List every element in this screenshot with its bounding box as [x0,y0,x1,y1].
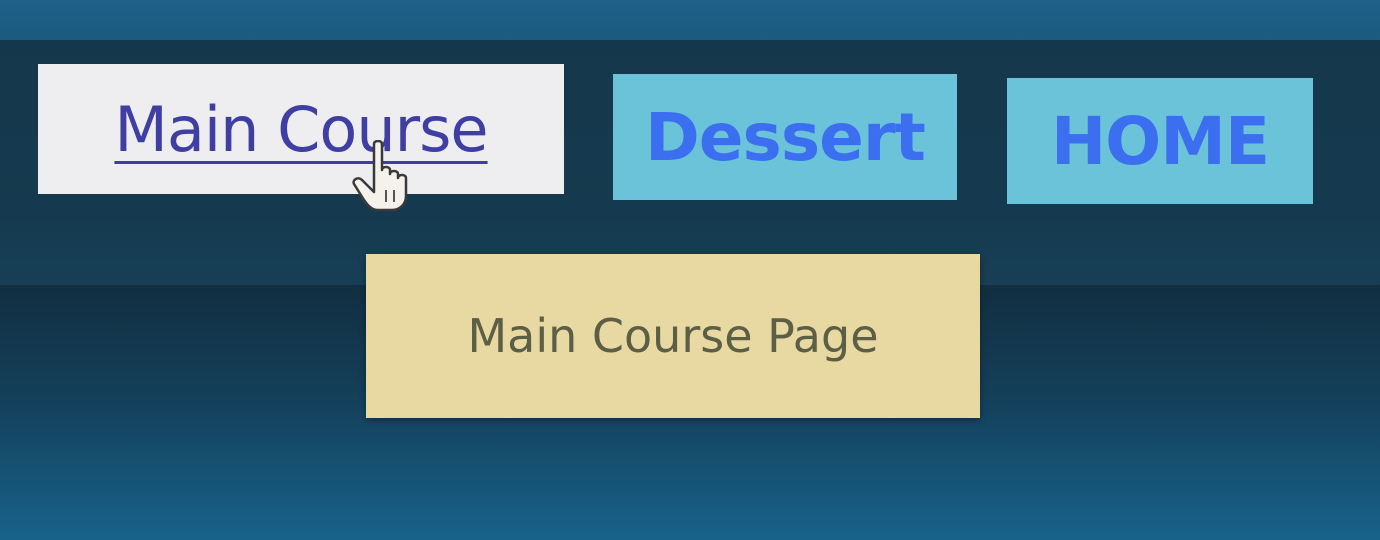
nav-link-main-course[interactable]: Main Course [38,64,564,194]
nav-link-dessert[interactable]: Dessert [613,74,957,200]
tooltip: Main Course Page [366,254,980,418]
nav-link-home[interactable]: HOME [1007,78,1313,204]
tooltip-text: Main Course Page [467,309,879,363]
